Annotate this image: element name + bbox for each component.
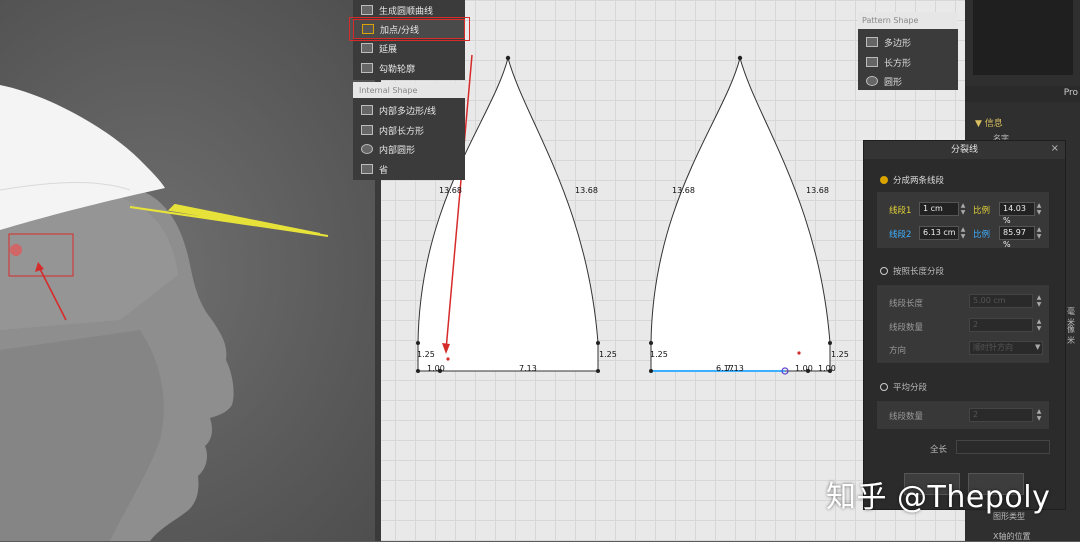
watermark: 知乎 @Thepoly <box>826 480 1051 515</box>
segment-count-spinner[interactable]: ▲ ▼ <box>1035 318 1043 332</box>
segment-count2-label: 线段数量 <box>889 412 924 422</box>
property-header: Pro <box>1063 88 1078 98</box>
close-icon[interactable]: × <box>1051 143 1059 154</box>
internal-shape-menu: Internal Shape 内部多边形/线 内部长方形 内部圆形 省 <box>353 82 465 180</box>
menu-item-trace[interactable]: 勾勒轮廓 <box>353 58 465 78</box>
menu-item-circle[interactable]: 圆形 <box>858 71 958 91</box>
menu-item-rectangle[interactable]: 长方形 <box>858 52 958 72</box>
unit-label-b: 像米 <box>1067 325 1075 345</box>
menu-item-internal-circle[interactable]: 内部圆形 <box>353 139 465 159</box>
menu-item-internal-rectangle[interactable]: 内部长方形 <box>353 120 465 140</box>
preview-area <box>973 0 1073 75</box>
annotation-box-menu <box>349 17 470 41</box>
p1-left-short: 1.25 <box>417 350 435 359</box>
p2-right-length: 13.68 <box>806 186 829 195</box>
ratio2-label: 比例 <box>973 230 991 240</box>
prop-x-position: X轴的位置 <box>993 532 1031 541</box>
menu-item-internal-polygon[interactable]: 内部多边形/线 <box>353 100 465 120</box>
rectangle-icon <box>866 57 878 67</box>
p1-right-length: 13.68 <box>575 186 598 195</box>
internal-shape-header: Internal Shape <box>353 82 465 98</box>
p2-bottom-c: 1.00 <box>795 364 813 373</box>
segment-count-label: 线段数量 <box>889 323 924 333</box>
average-split-group: 线段数量 2 ▲ ▼ <box>876 400 1050 430</box>
segment-length-spinner[interactable]: ▲ ▼ <box>1035 294 1043 308</box>
segment2-input[interactable]: 6.13 cm <box>919 226 959 240</box>
ratio1-spinner[interactable]: ▲ ▼ <box>1035 202 1043 216</box>
menu-item-extend[interactable]: 延展 <box>353 38 465 58</box>
ratio1-input[interactable]: 14.03 % <box>999 202 1035 225</box>
p2-bottom-b: 7.13 <box>726 364 744 373</box>
p1-right-short: 1.25 <box>599 350 617 359</box>
total-length-input <box>956 440 1050 454</box>
p2-left-length: 13.68 <box>672 186 695 195</box>
circle-icon <box>866 76 878 86</box>
p2-right-short: 1.25 <box>831 350 849 359</box>
pattern-piece-2 <box>650 56 831 372</box>
segment-count2-input[interactable]: 2 <box>969 408 1033 422</box>
3d-viewport[interactable] <box>0 0 375 541</box>
option-average-split-label: 平均分段 <box>893 383 928 393</box>
direction-select[interactable]: 顺时针方向 <box>969 341 1043 355</box>
p2-bottom-d: 1.00 <box>818 364 836 373</box>
total-length-label: 全长 <box>930 445 948 455</box>
segment1-spinner[interactable]: ▲ ▼ <box>959 202 967 216</box>
segment-count2-spinner[interactable]: ▲ ▼ <box>1035 408 1043 422</box>
pattern-shape-menu: Pattern Shape 多边形 长方形 圆形 <box>858 12 958 90</box>
segment-length-input[interactable]: 5.00 cm <box>969 294 1033 308</box>
ratio2-spinner[interactable]: ▲ ▼ <box>1035 226 1043 240</box>
pattern-shape-header: Pattern Shape <box>858 12 958 29</box>
radio-average-split[interactable] <box>880 383 888 391</box>
segment1-label: 线段1 <box>889 206 912 216</box>
trace-outline-icon <box>361 63 373 73</box>
segment-length-label: 线段长度 <box>889 299 924 309</box>
chevron-down-icon: ▼ <box>1035 343 1041 351</box>
split-two-group: 线段1 1 cm ▲ ▼ 比例 14.03 % ▲ ▼ 线段2 6.13 cm ▲ ▼… <box>876 191 1050 249</box>
segment-count-input[interactable]: 2 <box>969 318 1033 332</box>
radio-split-two[interactable] <box>880 176 888 184</box>
ratio1-label: 比例 <box>973 206 991 216</box>
p1-bottom-long: 7.13 <box>519 364 537 373</box>
menu-item-dart[interactable]: 省 <box>353 159 465 179</box>
rectangle-icon <box>361 125 373 135</box>
p1-bottom-small: 1.00 <box>427 364 445 373</box>
ratio2-input[interactable]: 85.97 % <box>999 226 1035 249</box>
split-line-dialog: 分裂线 × 分成两条线段 线段1 1 cm ▲ ▼ 比例 14.03 % ▲ ▼ 线… <box>863 140 1066 510</box>
extend-icon <box>361 43 373 53</box>
p1-left-length: 13.68 <box>439 186 462 195</box>
menu-item-polygon[interactable]: 多边形 <box>858 32 958 52</box>
avatar-3d-scene <box>0 85 329 541</box>
curve-icon <box>361 5 373 15</box>
segment1-input[interactable]: 1 cm <box>919 202 959 216</box>
polygon-icon <box>866 37 878 47</box>
split-by-length-group: 线段长度 5.00 cm ▲ ▼ 线段数量 2 ▲ ▼ 方向 顺时针方向 ▼ <box>876 284 1050 364</box>
circle-icon <box>361 144 373 154</box>
p2-left-short: 1.25 <box>650 350 668 359</box>
direction-label: 方向 <box>889 346 907 356</box>
dart-icon <box>361 164 373 174</box>
dialog-title: 分裂线 <box>864 141 1065 159</box>
tree-item-info[interactable]: ▼ 信息 <box>975 116 1003 129</box>
radio-split-by-length[interactable] <box>880 267 888 275</box>
polygon-icon <box>361 105 373 115</box>
segment2-label: 线段2 <box>889 230 912 240</box>
option-split-by-length-label: 按照长度分段 <box>893 267 945 277</box>
option-split-two-label: 分成两条线段 <box>893 176 945 186</box>
segment2-spinner[interactable]: ▲ ▼ <box>959 226 967 240</box>
